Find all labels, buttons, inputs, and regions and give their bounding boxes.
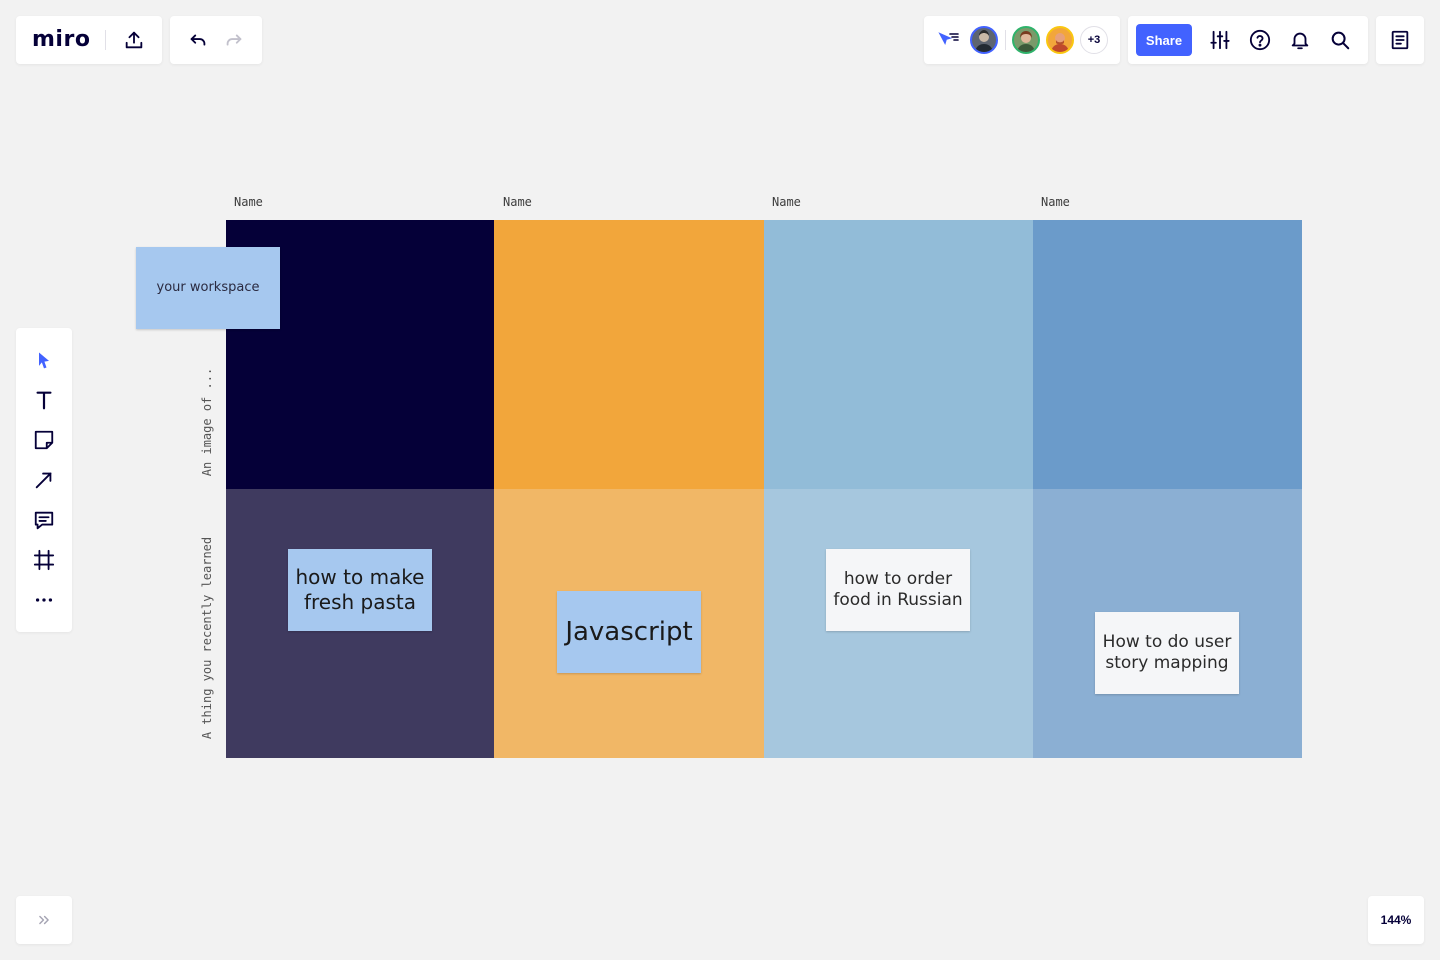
sticky-note-tool[interactable] xyxy=(28,424,60,456)
user-avatar-icon xyxy=(975,30,993,52)
grid-cell[interactable] xyxy=(1033,220,1302,489)
expand-panel xyxy=(16,896,72,944)
more-collaborators-badge[interactable]: +3 xyxy=(1080,26,1108,54)
creation-toolbar xyxy=(16,328,72,632)
sticky-note[interactable]: your workspace xyxy=(136,247,280,329)
frame-tool[interactable] xyxy=(28,544,60,576)
search-button[interactable] xyxy=(1324,24,1356,56)
share-button[interactable]: Share xyxy=(1136,24,1192,56)
document-icon xyxy=(1391,30,1409,50)
sticky-note-icon xyxy=(34,430,54,450)
bell-icon xyxy=(1291,32,1309,50)
grid-cell[interactable] xyxy=(764,220,1033,489)
sticky-note[interactable]: how to make fresh pasta xyxy=(288,549,432,631)
redo-button[interactable] xyxy=(218,24,250,56)
redo-icon xyxy=(226,34,242,46)
search-icon xyxy=(1331,31,1350,50)
help-button[interactable] xyxy=(1244,24,1276,56)
board-menu-panel xyxy=(1376,16,1424,64)
comment-tool[interactable] xyxy=(28,504,60,536)
user-avatar-icon xyxy=(1017,31,1035,52)
upload-icon xyxy=(125,31,143,49)
settings-button[interactable] xyxy=(1204,24,1236,56)
miro-logo[interactable]: miro xyxy=(32,26,90,54)
avatar[interactable] xyxy=(1046,26,1074,54)
more-icon xyxy=(35,598,53,602)
undo-icon xyxy=(190,34,206,46)
avatar[interactable] xyxy=(970,26,998,54)
grid-cell[interactable] xyxy=(494,220,764,489)
sliders-icon xyxy=(1210,30,1230,50)
history-panel xyxy=(170,16,262,64)
help-icon xyxy=(1249,29,1271,51)
column-name[interactable]: Name xyxy=(1041,195,1070,209)
column-name[interactable]: Name xyxy=(772,195,801,209)
select-tool[interactable] xyxy=(28,344,60,376)
more-tools-button[interactable] xyxy=(28,584,60,616)
sticky-note[interactable]: how to order food in Russian xyxy=(826,549,970,631)
column-name[interactable]: Name xyxy=(234,195,263,209)
arrow-line-icon xyxy=(35,472,52,489)
divider xyxy=(105,30,106,50)
cursors-button[interactable] xyxy=(932,24,964,56)
cursor-follow-icon xyxy=(938,32,959,45)
avatar[interactable] xyxy=(1012,26,1040,54)
zoom-level[interactable]: 144% xyxy=(1368,896,1424,944)
column-name[interactable]: Name xyxy=(503,195,532,209)
user-avatar-icon xyxy=(1051,33,1069,52)
comment-icon xyxy=(34,511,54,530)
divider xyxy=(1005,30,1006,50)
board-tools-panel: Share xyxy=(1128,16,1368,64)
row-label[interactable]: A thing you recently learned xyxy=(200,488,216,788)
brand-panel: miro xyxy=(16,16,162,64)
board-menu-button[interactable] xyxy=(1384,24,1416,56)
notifications-button[interactable] xyxy=(1284,24,1316,56)
text-tool[interactable] xyxy=(28,384,60,416)
undo-button[interactable] xyxy=(182,24,214,56)
export-button[interactable] xyxy=(118,24,150,56)
sticky-note[interactable]: How to do user story mapping xyxy=(1095,612,1239,694)
sticky-note[interactable]: Javascript xyxy=(557,591,701,673)
line-tool[interactable] xyxy=(28,464,60,496)
expand-button[interactable] xyxy=(28,904,60,936)
double-chevron-right-icon xyxy=(39,915,49,925)
text-icon xyxy=(36,391,52,410)
select-icon xyxy=(39,352,49,369)
frame-icon xyxy=(33,549,55,571)
